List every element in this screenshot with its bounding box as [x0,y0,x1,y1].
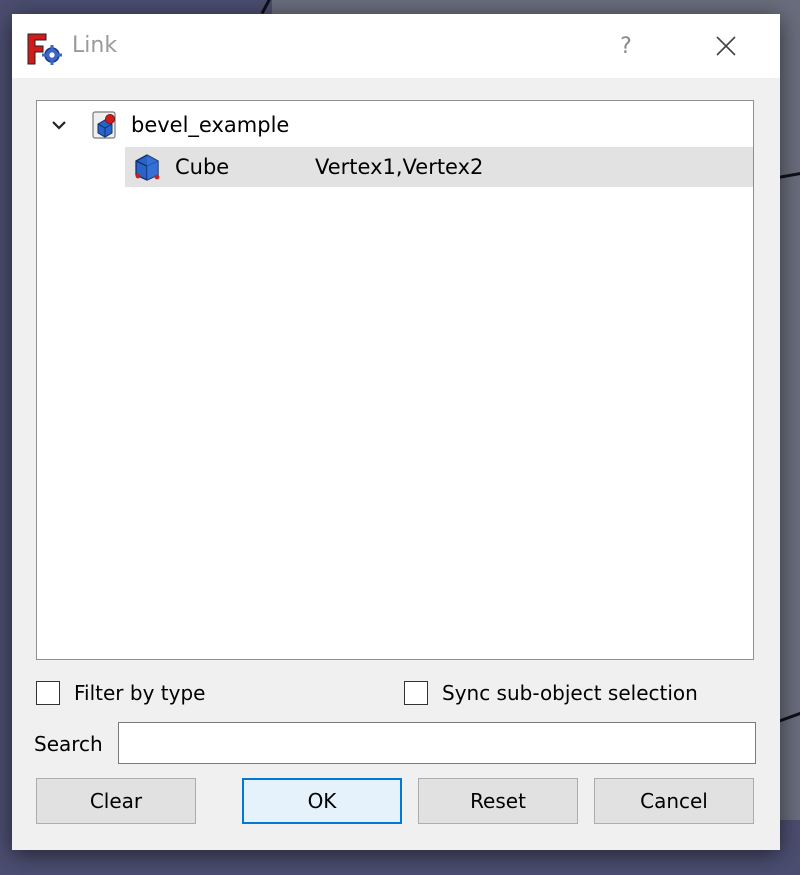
link-dialog: Link ? bevel_example Cube Vertex1,Vertex… [12,14,780,850]
filter-by-type-label[interactable]: Filter by type [74,681,205,705]
close-icon[interactable] [706,28,746,66]
search-input[interactable] [118,722,756,764]
title-bar[interactable]: Link ? [12,14,780,78]
freecad-app-icon [27,33,62,65]
clear-button[interactable]: Clear [36,778,196,824]
tree-item-label: bevel_example [131,113,290,137]
object-tree[interactable]: bevel_example Cube Vertex1,Vertex2 [36,100,754,660]
window-title: Link [72,33,118,58]
tree-item-subelements: Vertex1,Vertex2 [315,155,484,179]
cube-icon [135,154,160,181]
sync-subobject-checkbox[interactable] [404,681,428,705]
tree-item-cube[interactable]: Cube Vertex1,Vertex2 [125,147,753,187]
document-part-icon [92,111,116,139]
filter-by-type-checkbox[interactable] [36,681,60,705]
help-button[interactable]: ? [606,28,646,66]
reset-button[interactable]: Reset [418,778,578,824]
tree-item-label: Cube [175,155,230,179]
ok-button[interactable]: OK [242,778,402,824]
background-edge [260,0,271,15]
sync-subobject-label[interactable]: Sync sub-object selection [442,681,698,705]
search-label: Search [34,732,103,756]
chevron-down-icon[interactable] [49,115,69,135]
tree-item-root[interactable]: bevel_example [37,105,753,145]
cancel-button[interactable]: Cancel [594,778,754,824]
